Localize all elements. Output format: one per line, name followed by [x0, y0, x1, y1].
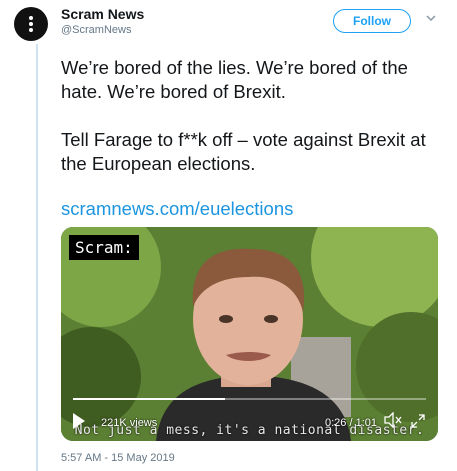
mute-icon[interactable] [383, 412, 403, 428]
progress-fill [73, 398, 225, 400]
progress-bar[interactable] [73, 398, 426, 400]
follow-button[interactable]: Follow [333, 9, 411, 33]
thread-line [36, 44, 38, 471]
tweet-link[interactable]: scramnews.com/euelections [61, 198, 293, 220]
avatar[interactable] [14, 7, 48, 41]
avatar-dots-icon [29, 16, 33, 32]
chevron-down-icon[interactable] [426, 15, 436, 22]
tweet-timestamp[interactable]: 5:57 AM - 15 May 2019 [61, 452, 175, 464]
view-count: 221K views [101, 417, 158, 429]
author-handle[interactable]: @ScramNews [61, 24, 131, 36]
video-player[interactable]: Scram: Not just a mess, it's a national … [61, 227, 438, 441]
play-icon[interactable] [73, 413, 85, 429]
video-time: 0:26 / 1:01 [325, 417, 377, 429]
scram-badge: Scram: [69, 235, 139, 260]
author-name[interactable]: Scram News [61, 6, 144, 22]
expand-icon[interactable] [410, 413, 426, 429]
tweet-text: We’re bored of the lies. We’re bored of … [61, 57, 426, 174]
